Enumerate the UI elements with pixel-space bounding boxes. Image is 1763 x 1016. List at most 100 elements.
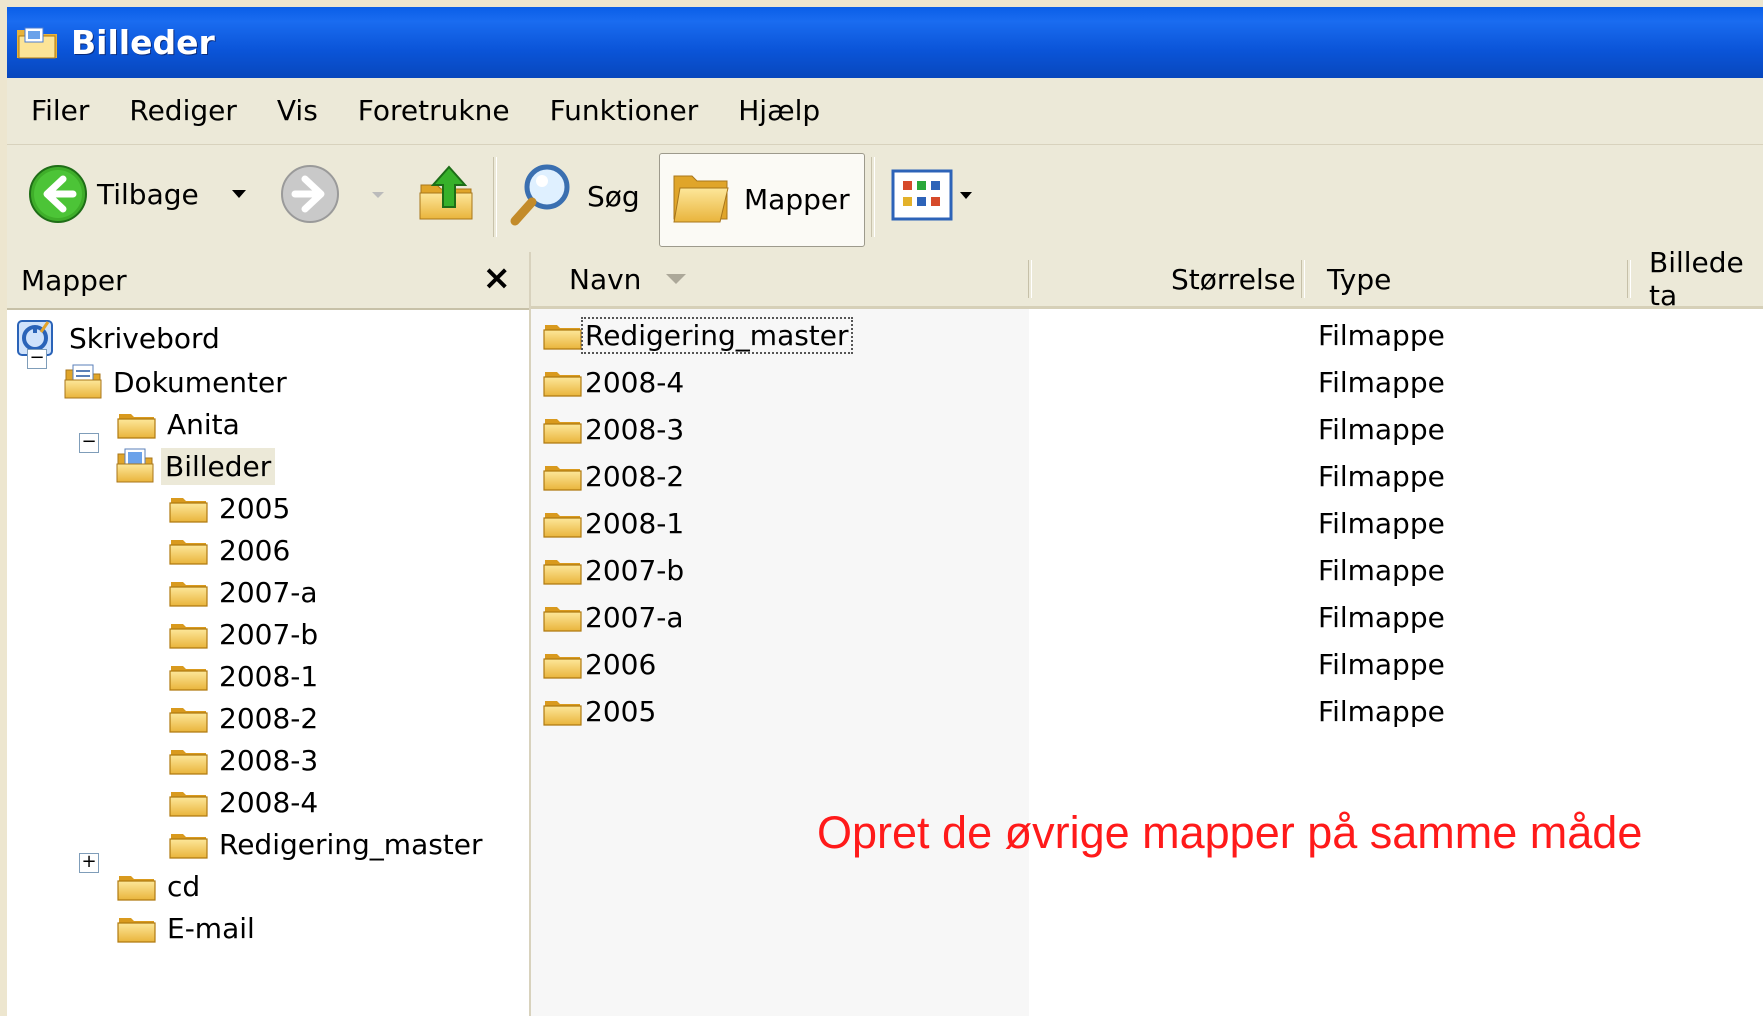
chevron-down-icon (232, 190, 246, 198)
back-button[interactable]: Tilbage (27, 163, 199, 225)
tree-item-redigering-master[interactable]: Redigering_master (169, 822, 487, 866)
column-header-bar: Navn Størrelse Type Billede ta (531, 246, 1763, 312)
file-row[interactable]: 2008-2 Filmappe (531, 454, 1763, 498)
column-header-name[interactable]: Navn (569, 252, 687, 306)
tree-item-billeder[interactable]: Billeder (115, 444, 276, 488)
pictures-folder-icon (116, 448, 154, 483)
menu-bar: Filer Rediger Vis Foretrukne Funktioner … (7, 78, 1763, 145)
file-row[interactable]: 2007-a Filmappe (531, 595, 1763, 639)
menu-vis[interactable]: Vis (257, 81, 338, 141)
tree-label: cd (167, 869, 201, 903)
tree-item-dokumenter[interactable]: Dokumenter (63, 360, 291, 404)
file-type: Filmappe (1318, 694, 1445, 728)
tree-item-2008-3[interactable]: 2008-3 (169, 738, 322, 782)
up-folder-button[interactable] (417, 159, 477, 225)
tree-label: 2008-4 (219, 785, 319, 819)
folder-icon (543, 413, 583, 445)
tree-label: Skrivebord (69, 321, 220, 355)
tree-item-2008-1[interactable]: 2008-1 (169, 654, 322, 698)
folder-icon (169, 660, 209, 692)
file-name: 2008-1 (585, 506, 685, 540)
forward-dropdown-button[interactable] (371, 191, 385, 199)
file-name: 2006 (585, 647, 657, 681)
chevron-down-icon (960, 191, 972, 199)
folder-icon (169, 618, 209, 650)
file-type: Filmappe (1318, 600, 1445, 634)
folders-label: Mapper (744, 182, 850, 216)
column-label: Type (1327, 262, 1392, 296)
column-label: Størrelse (1171, 262, 1296, 296)
tree-label: 2008-2 (219, 701, 319, 735)
column-header-type[interactable]: Type (1327, 252, 1391, 306)
title-bar[interactable]: Billeder (7, 7, 1763, 78)
back-arrow-icon (29, 165, 87, 223)
tree-item-2008-2[interactable]: 2008-2 (169, 696, 322, 740)
folder-icon (543, 601, 583, 633)
instruction-annotation: Opret de øvrige mapper på samme måde (817, 807, 1643, 858)
sort-descending-icon (666, 274, 687, 284)
file-row[interactable]: 2008-4 Filmappe (531, 360, 1763, 404)
close-icon[interactable]: × (483, 258, 512, 298)
tree-item-2008-4[interactable]: 2008-4 (169, 780, 322, 824)
back-dropdown-button[interactable] (231, 189, 247, 199)
tree-item-2007-a[interactable]: 2007-a (169, 570, 322, 614)
file-row[interactable]: 2007-b Filmappe (531, 548, 1763, 592)
folder-pictures-icon (17, 27, 57, 58)
search-label: Søg (587, 179, 640, 213)
folder-icon (169, 534, 209, 566)
folders-pane: Mapper × Skrivebord − Dokumenter Anita −… (7, 252, 531, 1016)
views-button[interactable] (891, 169, 973, 221)
folder-icon (543, 460, 583, 492)
tree-item-2005[interactable]: 2005 (169, 486, 294, 530)
folder-icon (169, 576, 209, 608)
file-type: Filmappe (1318, 318, 1445, 352)
file-row[interactable]: 2005 Filmappe (531, 689, 1763, 733)
menu-funktioner[interactable]: Funktioner (530, 81, 719, 141)
menu-hjaelp[interactable]: Hjælp (718, 81, 840, 141)
tree-label: 2007-a (219, 575, 318, 609)
toolbar: Tilbage Søg Mapper (7, 145, 1763, 253)
folder-icon (117, 870, 157, 902)
folders-icon (673, 175, 729, 223)
tree-item-anita[interactable]: Anita (117, 402, 244, 446)
tree-label: Redigering_master (219, 827, 483, 861)
file-row[interactable]: 2006 Filmappe (531, 642, 1763, 686)
column-label: Billede ta (1649, 246, 1744, 312)
file-type: Filmappe (1318, 412, 1445, 446)
tree-item-2006[interactable]: 2006 (169, 528, 294, 572)
file-name: 2008-2 (585, 459, 685, 493)
collapse-toggle[interactable]: − (79, 433, 99, 453)
file-name: 2007-b (585, 553, 685, 587)
file-row[interactable]: 2008-1 Filmappe (531, 501, 1763, 545)
search-button[interactable]: Søg (507, 159, 640, 233)
column-header-date-taken[interactable]: Billede ta (1649, 246, 1763, 312)
tree-item-e-mail[interactable]: E-mail (117, 906, 259, 950)
folder-icon (169, 702, 209, 734)
folder-icon (543, 507, 583, 539)
folders-button[interactable]: Mapper (659, 153, 865, 247)
file-row[interactable]: Redigering_master Filmappe (531, 313, 1763, 357)
views-icon (891, 169, 953, 221)
folder-icon (543, 319, 583, 351)
file-row[interactable]: 2008-3 Filmappe (531, 407, 1763, 451)
menu-rediger[interactable]: Rediger (109, 81, 257, 141)
collapse-toggle[interactable]: − (27, 349, 47, 369)
column-header-size[interactable]: Størrelse (1171, 252, 1296, 306)
folders-pane-header: Mapper × (7, 252, 529, 310)
file-name: Redigering_master (581, 316, 853, 354)
tree-label: Billeder (161, 447, 276, 485)
menu-foretrukne[interactable]: Foretrukne (338, 81, 530, 141)
explorer-window: Billeder Filer Rediger Vis Foretrukne Fu… (7, 7, 1763, 1016)
tree-item-cd[interactable]: cd (117, 864, 204, 908)
folders-pane-title: Mapper (21, 263, 127, 297)
documents-icon (64, 364, 102, 399)
folder-icon (117, 408, 157, 440)
tree-item-2007-b[interactable]: 2007-b (169, 612, 322, 656)
forward-button[interactable] (279, 163, 341, 225)
file-name: 2008-3 (585, 412, 685, 446)
folder-icon (169, 492, 209, 524)
menu-filer[interactable]: Filer (7, 81, 109, 141)
file-list-pane: Navn Størrelse Type Billede ta Redigerin… (531, 246, 1763, 1016)
folder-icon (169, 828, 209, 860)
expand-toggle[interactable]: + (79, 853, 99, 873)
